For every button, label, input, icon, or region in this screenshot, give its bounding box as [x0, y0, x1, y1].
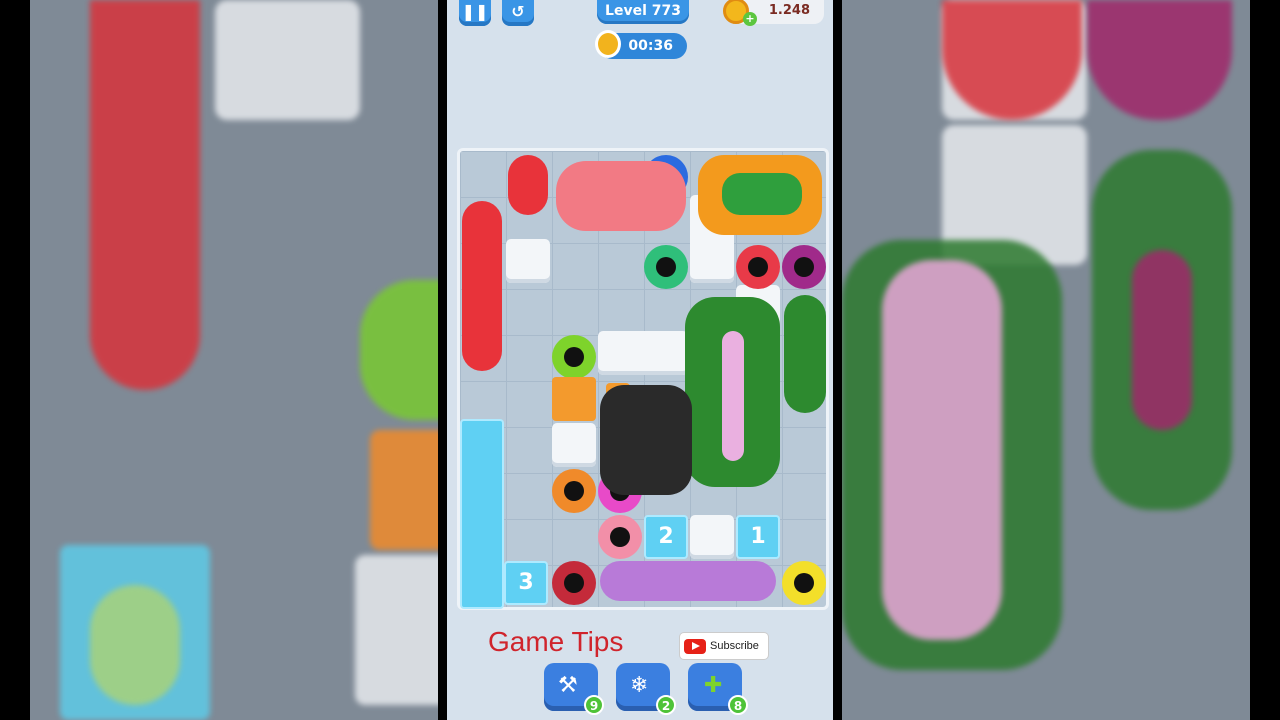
booster-count: 2: [656, 695, 676, 715]
subscribe-button[interactable]: Subscribe: [680, 633, 768, 659]
pause-icon: ❚❚: [461, 2, 489, 21]
restart-button[interactable]: ↺: [502, 0, 534, 26]
ice-block-2: 2: [644, 515, 688, 559]
hole-orange: [552, 469, 596, 513]
add-coins-button[interactable]: +: [743, 12, 757, 26]
wall-block: [552, 423, 596, 467]
hole-yellow: [782, 561, 826, 605]
hammer-icon: ⚒: [558, 673, 578, 698]
booster-count: 9: [584, 695, 604, 715]
snake-red-head[interactable]: [508, 155, 548, 215]
ice-block-1: 1: [736, 515, 780, 559]
booster-count: 8: [728, 695, 748, 715]
hole-lime: [552, 335, 596, 379]
restart-icon: ↺: [511, 2, 525, 21]
freeze-clock-icon: ❄: [630, 673, 649, 698]
snake-green-small[interactable]: [722, 173, 802, 215]
ice-column: [460, 419, 504, 609]
snake-purple[interactable]: [600, 561, 776, 601]
subscribe-label: Subscribe: [710, 640, 759, 652]
snake-stripe: [722, 331, 744, 461]
pause-button[interactable]: ❚❚: [459, 0, 491, 26]
ice-block-3: 3: [504, 561, 548, 605]
snake-magnet-icon: ✚: [704, 673, 723, 698]
wall-block: [506, 239, 550, 283]
hole-pink: [598, 515, 642, 559]
snake-pink[interactable]: [556, 161, 686, 231]
snake-red[interactable]: [462, 201, 502, 371]
game-screen: ❚❚ ↺ Level 773 00:36 1.248 + 3 2 1 Game …: [447, 0, 833, 720]
blurred-background-left: [30, 0, 438, 720]
booster-magnet[interactable]: ✚ 8: [688, 663, 748, 715]
hole-purple: [782, 245, 826, 289]
game-board: 3 2 1: [457, 148, 829, 610]
traffic-cone-icon: [552, 377, 596, 421]
booster-freeze[interactable]: ❄ 2: [616, 663, 676, 715]
youtube-icon: [684, 639, 706, 654]
hole-red: [736, 245, 780, 289]
hole-crimson: [552, 561, 596, 605]
snake-black[interactable]: [600, 385, 692, 495]
wall-block: [598, 331, 688, 375]
level-label: Level 773: [597, 0, 689, 24]
wall-block: [690, 515, 734, 559]
game-tips-label: Game Tips: [488, 626, 624, 657]
hole-green: [644, 245, 688, 289]
stopwatch-icon: [595, 30, 621, 58]
booster-hammer[interactable]: ⚒ 9: [544, 663, 604, 715]
blurred-background-right: [842, 0, 1250, 720]
snake-green-tall[interactable]: [784, 295, 826, 413]
